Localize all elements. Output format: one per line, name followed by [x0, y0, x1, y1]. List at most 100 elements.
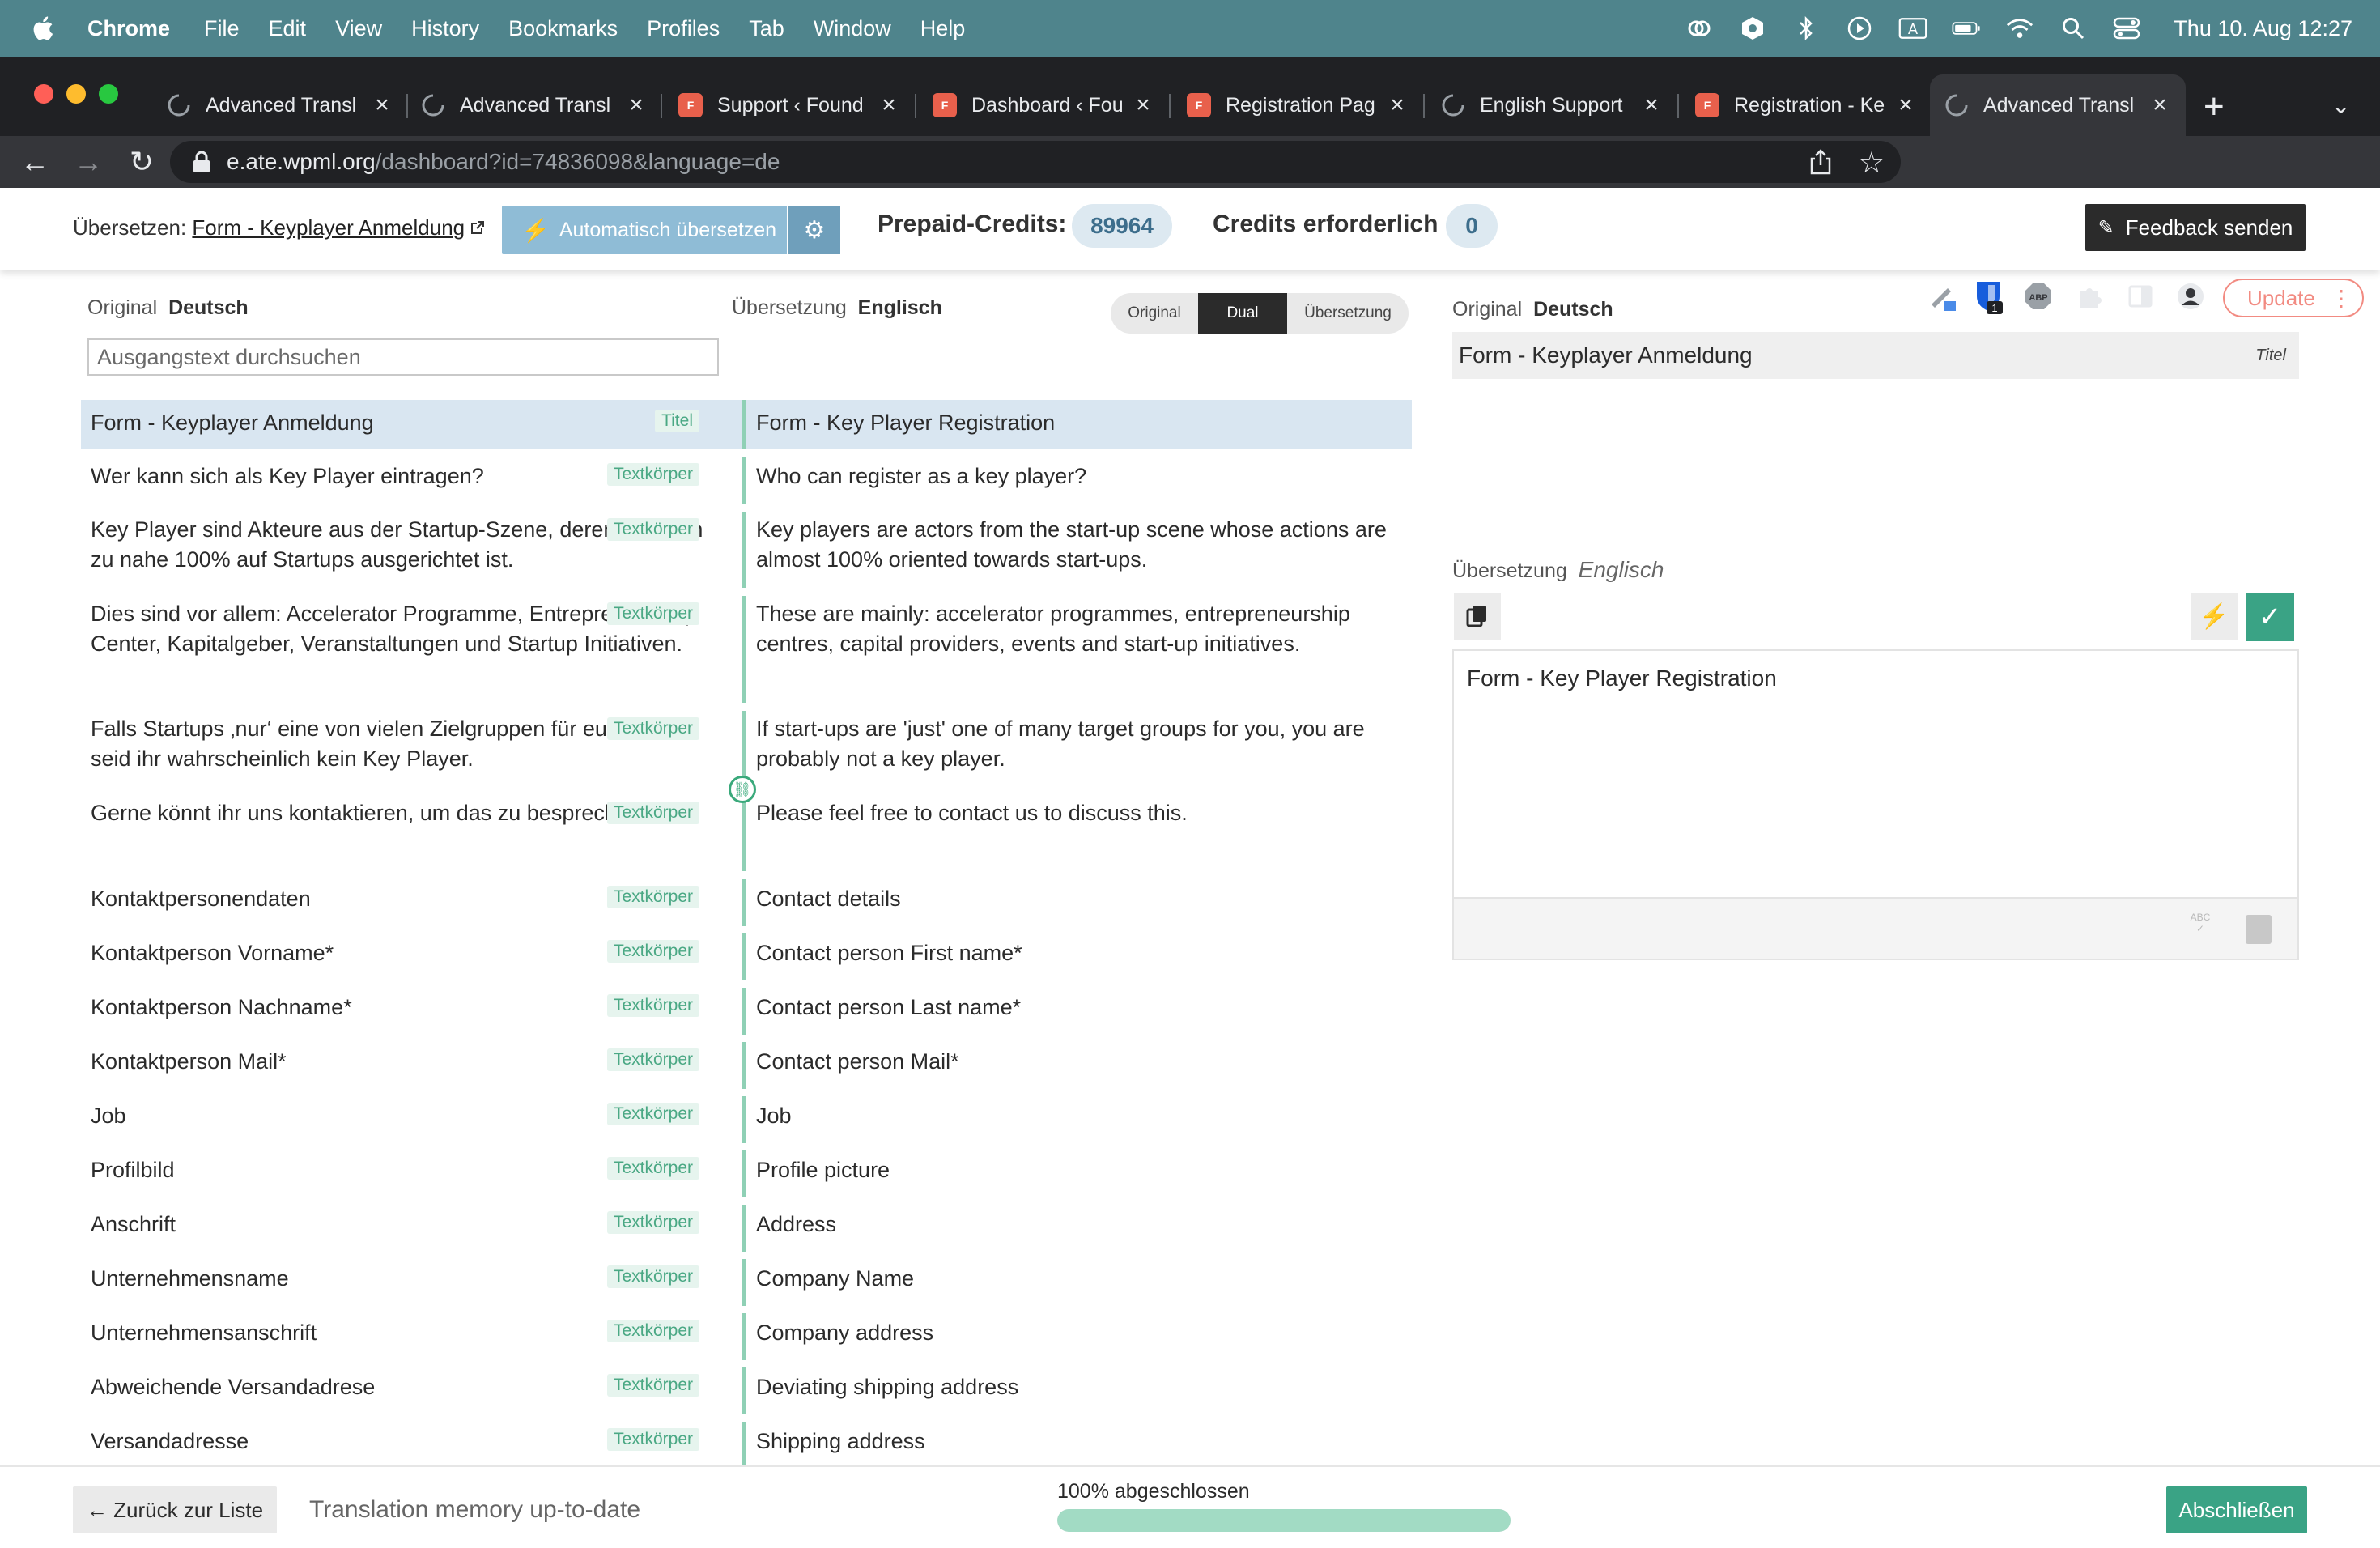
source-column-label: Original Deutsch — [87, 296, 249, 320]
copy-original-button[interactable] — [1454, 593, 1501, 640]
view-mode-translation[interactable]: Übersetzung — [1287, 293, 1409, 334]
close-tab-icon[interactable]: × — [2148, 91, 2171, 119]
kebab-menu-icon[interactable]: ⋮ — [2330, 285, 2352, 312]
tab-title: Advanced Transl — [1983, 93, 2135, 117]
segment-type-tag: Textkörper — [606, 1428, 699, 1451]
wifi-icon[interactable] — [2005, 14, 2034, 43]
browser-tab[interactable]: Advanced Transl × — [167, 74, 393, 136]
close-tab-icon[interactable]: × — [1894, 91, 1917, 119]
bitwarden-extension-icon[interactable]: 1 — [1970, 279, 2006, 314]
new-tab-button[interactable]: + — [2204, 89, 2225, 125]
segment-row[interactable]: Kontaktperson Nachname* Textkörper Conta… — [81, 988, 1412, 1035]
segment-row[interactable]: Profilbild Textkörper Profile picture — [81, 1150, 1412, 1197]
segment-row[interactable]: Key Player sind Akteure aus der Startup-… — [81, 512, 1412, 588]
tab-search-chevron-icon[interactable]: ⌄ — [2331, 92, 2350, 119]
close-tab-icon[interactable]: × — [1132, 91, 1154, 119]
chrome-update-button[interactable]: Update ⋮ — [2223, 279, 2364, 317]
browser-tab-active[interactable]: Advanced Transl × — [1930, 74, 2186, 136]
auto-translate-button[interactable]: ⚡ Automatisch übersetzen — [502, 206, 787, 254]
minimize-window-button[interactable] — [66, 84, 86, 104]
view-mode-dual[interactable]: Dual — [1198, 293, 1287, 334]
control-center-icon[interactable] — [2112, 14, 2141, 43]
segment-row[interactable]: Kontaktperson Mail* Textkörper Contact p… — [81, 1042, 1412, 1089]
back-to-list-button[interactable]: ← Zurück zur Liste — [73, 1486, 277, 1533]
ate-header: Übersetzen: Form - Keyplayer Anmeldung ⚡… — [0, 188, 2380, 270]
menu-profiles[interactable]: Profiles — [647, 16, 720, 41]
segment-translation: Company address — [756, 1320, 934, 1345]
menu-edit[interactable]: Edit — [269, 16, 307, 41]
browser-tab[interactable]: F Registration - Ke × — [1695, 74, 1917, 136]
profile-avatar-icon[interactable] — [2173, 279, 2208, 314]
segment-row[interactable]: Unternehmensname Textkörper Company Name — [81, 1259, 1412, 1306]
segment-row[interactable]: Versandadresse Textkörper Shipping addre… — [81, 1422, 1412, 1465]
menu-tab[interactable]: Tab — [749, 16, 784, 41]
input-source-icon[interactable]: A — [1898, 14, 1927, 43]
browser-tab[interactable]: F Dashboard ‹ Fou × — [933, 74, 1154, 136]
auto-translate-settings-button[interactable]: ⚙ — [788, 206, 840, 254]
menu-window[interactable]: Window — [814, 16, 891, 41]
feedback-button[interactable]: ✎ Feedback senden — [2085, 204, 2306, 251]
close-tab-icon[interactable]: × — [878, 91, 900, 119]
glossary-icon[interactable] — [2246, 915, 2272, 944]
spellcheck-icon[interactable]: ABC ✓ — [2184, 912, 2216, 944]
prepaid-credits-label: Prepaid-Credits: — [878, 211, 1067, 237]
adblock-extension-icon[interactable]: ABP — [2021, 279, 2056, 314]
zoom-window-button[interactable] — [99, 84, 118, 104]
segment-row[interactable]: Anschrift Textkörper Address — [81, 1205, 1412, 1252]
finish-button[interactable]: Abschließen — [2166, 1486, 2307, 1533]
machine-translate-button[interactable]: ⚡ — [2191, 593, 2238, 640]
segment-row[interactable]: Gerne könnt ihr uns kontaktieren, um das… — [81, 795, 1412, 871]
play-circle-icon[interactable] — [1845, 14, 1874, 43]
menu-app-name[interactable]: Chrome — [87, 16, 170, 41]
bookmark-star-icon[interactable]: ☆ — [1859, 146, 1885, 180]
close-tab-icon[interactable]: × — [371, 91, 393, 119]
extensions-puzzle-icon[interactable] — [2072, 279, 2108, 314]
address-bar[interactable]: e.ate.wpml.org/dashboard?id=74836098&lan… — [170, 141, 1901, 183]
close-tab-icon[interactable]: × — [1386, 91, 1409, 119]
pen-extension-icon[interactable] — [1925, 279, 1961, 314]
progress-label: 100% abgeschlossen — [1057, 1480, 1250, 1503]
sync-scroll-link-icon[interactable]: ⛓ — [729, 776, 756, 803]
segment-row[interactable]: Unternehmensanschrift Textkörper Company… — [81, 1313, 1412, 1360]
external-link-icon[interactable] — [470, 220, 485, 235]
segment-row[interactable]: Dies sind vor allem: Accelerator Program… — [81, 596, 1412, 703]
menu-history[interactable]: History — [411, 16, 479, 41]
confirm-translation-button[interactable]: ✓ — [2246, 593, 2294, 641]
menu-view[interactable]: View — [335, 16, 382, 41]
share-icon[interactable] — [1808, 149, 1833, 175]
segment-divider — [742, 512, 746, 588]
view-mode-original[interactable]: Original — [1111, 293, 1198, 334]
translation-text[interactable]: Form - Key Player Registration — [1467, 666, 1777, 691]
segment-row[interactable]: Kontaktperson Vorname* Textkörper Contac… — [81, 933, 1412, 980]
menu-bookmarks[interactable]: Bookmarks — [508, 16, 618, 41]
browser-tab[interactable]: F Support ‹ Found × — [678, 74, 900, 136]
close-tab-icon[interactable]: × — [625, 91, 648, 119]
side-panel-icon[interactable] — [2123, 279, 2158, 314]
translation-editor[interactable]: Form - Key Player Registration ABC ✓ — [1452, 649, 2299, 960]
hexagon-app-icon[interactable] — [1738, 14, 1767, 43]
creative-cloud-icon[interactable] — [1685, 14, 1714, 43]
apple-icon[interactable] — [31, 15, 58, 42]
segment-row[interactable]: Abweichende Versandadrese Textkörper Dev… — [81, 1367, 1412, 1414]
document-link[interactable]: Form - Keyplayer Anmeldung — [192, 215, 465, 240]
browser-tab[interactable]: Advanced Transl × — [421, 74, 648, 136]
segment-row[interactable]: Job Textkörper Job — [81, 1096, 1412, 1143]
battery-icon[interactable] — [1952, 14, 1981, 43]
search-icon[interactable] — [2059, 14, 2088, 43]
menubar-clock[interactable]: Thu 10. Aug 12:27 — [2174, 16, 2352, 41]
reload-icon[interactable]: ↻ — [115, 145, 168, 179]
forward-arrow-icon[interactable]: → — [62, 145, 115, 179]
segment-row[interactable]: Wer kann sich als Key Player eintragen? … — [81, 457, 1412, 504]
back-arrow-icon[interactable]: ← — [8, 145, 62, 179]
browser-tab[interactable]: F Registration Pag × — [1187, 74, 1409, 136]
menu-file[interactable]: File — [204, 16, 240, 41]
segment-divider — [742, 879, 746, 926]
menu-help[interactable]: Help — [920, 16, 966, 41]
segment-row[interactable]: Form - Keyplayer Anmeldung Titel Form - … — [81, 400, 1412, 449]
browser-tab[interactable]: English Support × — [1441, 74, 1663, 136]
close-tab-icon[interactable]: × — [1640, 91, 1663, 119]
segment-row[interactable]: Kontaktpersonendaten Textkörper Contact … — [81, 879, 1412, 926]
bluetooth-icon[interactable] — [1791, 14, 1821, 43]
close-window-button[interactable] — [34, 84, 53, 104]
source-search-input[interactable] — [87, 338, 719, 376]
